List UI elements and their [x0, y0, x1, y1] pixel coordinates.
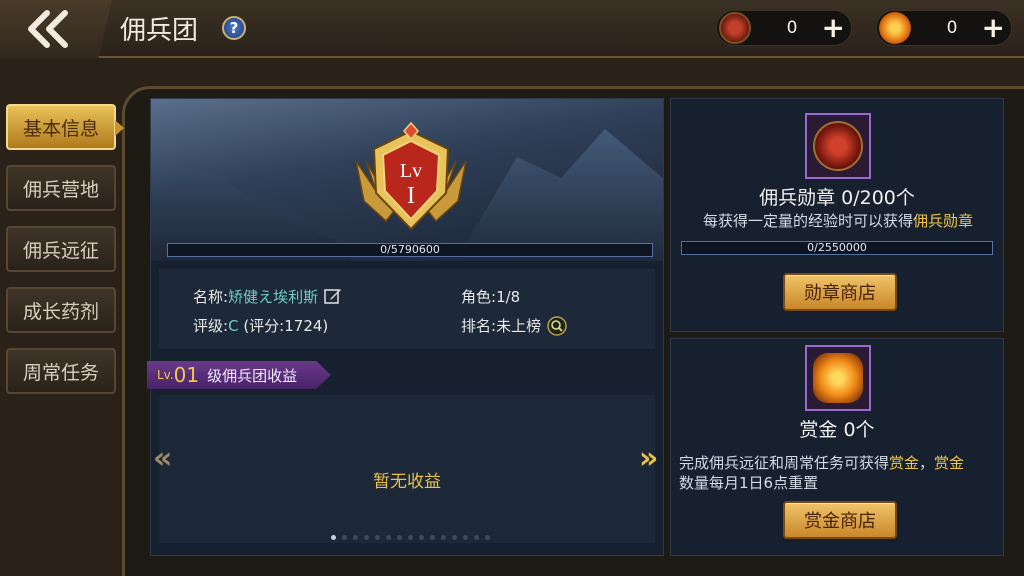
page-dot [397, 535, 402, 540]
page-dot [375, 535, 380, 540]
emblem-lv-label: Lv [400, 160, 422, 182]
bounty-description: 完成佣兵远征和周常任务可获得赏金，赏金 数量每月1日6点重置 [679, 454, 965, 492]
page-dot [364, 535, 369, 540]
medal-title: 佣兵勋章 0/200个 [759, 187, 915, 209]
bounty-panel: 赏金 0个 完成佣兵远征和周常任务可获得赏金，赏金 数量每月1日6点重置 赏金商店 [670, 338, 1004, 556]
bounty-item-frame [805, 345, 871, 411]
medal-count: 0 [786, 18, 798, 38]
medal-item-frame [805, 113, 871, 179]
no-income-text: 暂无收益 [373, 472, 441, 492]
top-bar: 佣兵团 ? 0 + 0 + [0, 0, 1024, 58]
legion-exp-bar: 0/5790600 [167, 243, 653, 257]
grade-row: 评级:C (评分:1724) [193, 315, 328, 336]
page-dot [408, 535, 413, 540]
tab-basic-info[interactable]: 基本信息 [6, 104, 124, 150]
tab-camp[interactable]: 佣兵营地 [6, 165, 116, 211]
medal-panel: 佣兵勋章 0/200个 每获得一定量的经验时可以获得佣兵勋章 0/2550000… [670, 98, 1004, 332]
page-dot [386, 535, 391, 540]
legion-exp-text: 0/5790600 [380, 243, 440, 256]
tab-weekly-tasks[interactable]: 周常任务 [6, 348, 116, 394]
income-lv-number: 01 [173, 363, 200, 387]
page-dot [441, 535, 446, 540]
income-lv-prefix: Lv. [157, 368, 174, 382]
bounty-currency: 0 + [876, 10, 1012, 46]
role-row: 角色:1/8 [461, 286, 520, 307]
search-icon[interactable] [547, 316, 567, 336]
grade-value: C [228, 317, 239, 335]
add-bounty-button[interactable]: + [982, 14, 1005, 42]
role-label: 角色: [461, 288, 497, 306]
income-level-tab: Lv. 01 级佣兵团收益 [147, 361, 331, 389]
grade-score: (评分:1724) [243, 317, 329, 335]
legion-info-panel: Lv I 0/5790600 名称:矫健え埃利斯 评级:C (评分:1724) … [147, 98, 664, 556]
page-title: 佣兵团 [120, 16, 199, 46]
back-button[interactable] [0, 0, 112, 58]
role-value: 1/8 [496, 288, 521, 306]
bounty-gem-icon [813, 353, 863, 403]
medal-shop-button[interactable]: 勋章商店 [783, 273, 897, 311]
page-dot [419, 535, 424, 540]
rank-label: 排名: [461, 317, 497, 335]
legion-banner: Lv I 0/5790600 [151, 99, 663, 261]
legion-info-box: 名称:矫健え埃利斯 评级:C (评分:1724) 角色:1/8 排名:未上榜 [159, 269, 655, 349]
page-dot [474, 535, 479, 540]
next-arrow-icon[interactable]: » [639, 441, 658, 476]
medal-progress-bar: 0/2550000 [681, 241, 993, 255]
double-chevron-left-icon [28, 10, 68, 48]
emblem-level: I [407, 183, 415, 209]
medal-icon [719, 12, 751, 44]
income-title: 级佣兵团收益 [207, 366, 298, 385]
name-label: 名称: [193, 288, 229, 306]
medal-icon [813, 121, 863, 171]
edit-icon[interactable] [324, 287, 342, 305]
bounty-title: 赏金 0个 [799, 419, 875, 441]
rank-value: 未上榜 [496, 317, 542, 335]
page-indicator [331, 535, 490, 540]
rank-row: 排名:未上榜 [461, 315, 567, 336]
medal-currency: 0 + [716, 10, 852, 46]
tab-growth-potion[interactable]: 成长药剂 [6, 287, 116, 333]
bounty-count: 0 [946, 18, 958, 38]
bounty-shop-button[interactable]: 赏金商店 [783, 501, 897, 539]
help-icon[interactable]: ? [222, 16, 246, 40]
medal-description: 每获得一定量的经验时可以获得佣兵勋章 [702, 212, 974, 230]
name-value: 矫健え埃利斯 [228, 288, 319, 306]
income-box: 暂无收益 [159, 395, 655, 543]
page-dot [485, 535, 490, 540]
tab-expedition[interactable]: 佣兵远征 [6, 226, 116, 272]
page-dot [331, 535, 336, 540]
page-dot [353, 535, 358, 540]
grade-label: 评级: [193, 317, 229, 335]
legion-emblem-icon: Lv I [355, 121, 467, 231]
prev-arrow-icon[interactable]: « [153, 441, 172, 476]
page-dot [342, 535, 347, 540]
add-medal-button[interactable]: + [822, 14, 845, 42]
page-dot [452, 535, 457, 540]
page-dot [430, 535, 435, 540]
name-row: 名称:矫健え埃利斯 [193, 286, 342, 307]
page-dot [463, 535, 468, 540]
bounty-gem-icon [879, 12, 911, 44]
medal-progress-text: 0/2550000 [807, 241, 867, 254]
